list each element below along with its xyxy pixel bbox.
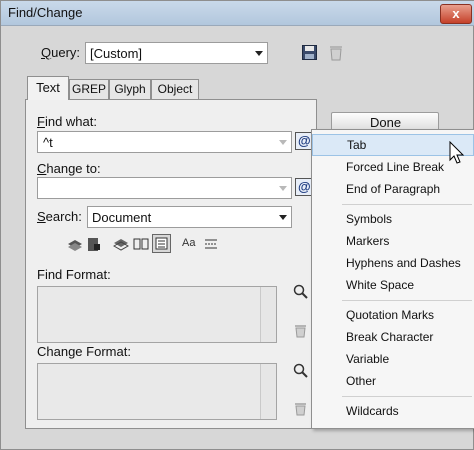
menu-separator [342, 300, 472, 301]
pointer-icon[interactable] [293, 363, 309, 379]
scrollbar[interactable] [260, 364, 276, 419]
chevron-down-icon [255, 51, 263, 56]
chevron-down-icon [279, 215, 287, 220]
done-button-label: Done [370, 115, 402, 130]
menu-item-hyphens-and-dashes[interactable]: Hyphens and Dashes [312, 252, 474, 274]
menu-item-label: Markers [346, 234, 390, 248]
menu-item-break-character[interactable]: Break Character [312, 326, 474, 348]
menu-item-label: End of Paragraph [346, 182, 441, 196]
chevron-down-icon [279, 140, 287, 145]
footnotes-toggle[interactable] [152, 234, 171, 253]
tab-object-label: Object [157, 82, 193, 96]
menu-item-wildcards[interactable]: Wildcards [312, 400, 474, 422]
query-value: [Custom] [90, 46, 143, 61]
tab-object[interactable]: Object [151, 79, 199, 99]
query-label-text: Query: [41, 45, 81, 60]
locked-layers-icon[interactable] [67, 237, 83, 251]
menu-item-label: Variable [346, 352, 390, 366]
tab-text-label: Text [36, 80, 60, 95]
tab-glyph[interactable]: Glyph [109, 79, 151, 99]
change-format-box[interactable] [37, 363, 277, 420]
menu-item-label: Hyphens and Dashes [346, 256, 461, 270]
chevron-down-icon [279, 186, 287, 191]
title-bar[interactable]: Find/Change x [1, 1, 474, 26]
tab-grep[interactable]: GREP [69, 79, 109, 99]
menu-item-other[interactable]: Other [312, 370, 474, 392]
menu-separator [342, 204, 472, 205]
whole-word-icon[interactable] [204, 238, 218, 250]
menu-item-label: Break Character [346, 330, 434, 344]
hidden-layers-icon[interactable] [113, 237, 129, 251]
menu-item-end-of-paragraph[interactable]: End of Paragraph [312, 178, 474, 200]
footnotes-icon [155, 237, 168, 250]
floppy-disk-icon[interactable] [302, 45, 317, 60]
locked-stories-icon[interactable] [87, 237, 101, 252]
master-pages-icon[interactable] [133, 237, 149, 251]
search-label: Search: [37, 209, 82, 224]
find-what-input[interactable]: ^t [37, 131, 292, 153]
scrollbar[interactable] [260, 287, 276, 342]
menu-item-symbols[interactable]: Symbols [312, 208, 474, 230]
query-label: Query: [41, 45, 80, 60]
menu-item-label: Wildcards [346, 404, 399, 418]
trash-icon[interactable] [329, 44, 343, 61]
find-format-label: Find Format: [37, 267, 111, 282]
window-title: Find/Change [8, 5, 83, 20]
menu-item-white-space[interactable]: White Space [312, 274, 474, 296]
menu-item-label: Quotation Marks [346, 308, 435, 322]
query-dropdown[interactable]: [Custom] [85, 42, 268, 64]
tab-grep-label: GREP [71, 82, 106, 96]
trash-icon[interactable] [294, 401, 307, 416]
pointer-icon[interactable] [293, 284, 309, 300]
tab-glyph-label: Glyph [114, 82, 146, 96]
tab-text[interactable]: Text [27, 76, 69, 100]
change-to-label: Change to: [37, 161, 101, 176]
change-format-label: Change Format: [37, 344, 131, 359]
find-format-box[interactable] [37, 286, 277, 343]
search-scope-value: Document [92, 210, 152, 225]
menu-separator [342, 396, 472, 397]
menu-item-label: Forced Line Break [346, 160, 445, 174]
close-button[interactable]: x [440, 4, 472, 24]
find-what-value: ^t [43, 135, 53, 150]
find-what-label: Find what: [37, 114, 97, 129]
search-scope-dropdown[interactable]: Document [87, 206, 292, 228]
menu-item-variable[interactable]: Variable [312, 348, 474, 370]
find-change-dialog: Find/Change x Query: [Custom] Text GREP … [0, 0, 474, 450]
mouse-cursor-icon [449, 141, 465, 164]
case-sensitive-icon[interactable]: Aa [182, 237, 195, 249]
close-icon: x [452, 6, 460, 21]
menu-item-label: Tab [347, 138, 367, 152]
menu-item-quotation-marks[interactable]: Quotation Marks [312, 304, 474, 326]
menu-item-label: Other [346, 374, 377, 388]
menu-item-markers[interactable]: Markers [312, 230, 474, 252]
trash-icon[interactable] [294, 323, 307, 338]
change-to-input[interactable] [37, 177, 292, 199]
special-characters-menu: Tab Forced Line Break End of Paragraph S… [311, 129, 474, 429]
menu-item-label: White Space [346, 278, 415, 292]
menu-item-label: Symbols [346, 212, 393, 226]
